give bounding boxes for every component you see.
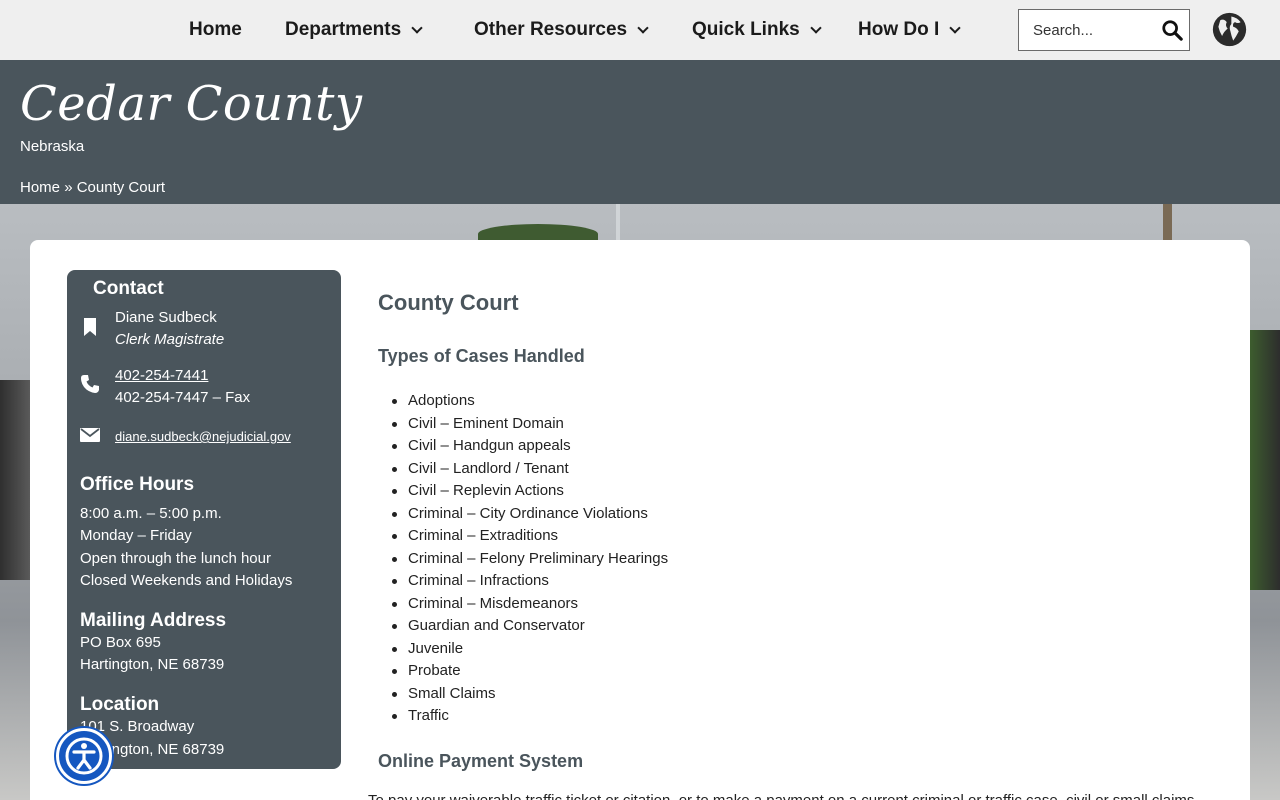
accessibility-button[interactable] <box>56 728 112 784</box>
office-hours-line: Monday – Friday <box>80 527 192 544</box>
breadcrumb-separator: » <box>64 179 73 196</box>
office-hours-line: Closed Weekends and Holidays <box>80 572 293 589</box>
mailing-address-line: Hartington, NE 68739 <box>80 656 225 673</box>
nav-home[interactable]: Home <box>189 0 242 60</box>
payment-heading: Online Payment System <box>378 751 584 771</box>
breadcrumb-current: County Court <box>76 179 166 196</box>
case-types-list: Adoptions Civil – Eminent Domain Civil –… <box>391 390 668 728</box>
list-item: Criminal – City Ordinance Violations <box>391 503 668 526</box>
cases-heading: Types of Cases Handled <box>378 346 585 366</box>
phone-link[interactable]: 402-254-7441 <box>115 367 208 384</box>
mailing-address-line: PO Box 695 <box>80 634 161 651</box>
background-railing-right <box>1250 330 1280 590</box>
fax-number: 402-254-7447 – Fax <box>115 389 251 406</box>
phone-icon <box>81 375 99 393</box>
content-card: Contact Diane Sudbeck Clerk Magistrate 4… <box>30 240 1250 800</box>
contact-sidebar: Contact Diane Sudbeck Clerk Magistrate 4… <box>67 270 341 769</box>
site-subtitle: Nebraska <box>20 138 85 155</box>
location-heading: Location <box>80 694 160 715</box>
page-title: County Court <box>378 290 519 315</box>
list-item: Civil – Replevin Actions <box>391 480 668 503</box>
nav-home-label: Home <box>189 19 242 40</box>
contact-name: Diane Sudbeck <box>115 309 217 326</box>
globe-icon[interactable] <box>1211 11 1248 48</box>
payment-description: To pay your waiverable traffic ticket or… <box>368 792 1228 800</box>
background-pole <box>1163 204 1172 244</box>
nav-quick-links-label: Quick Links <box>692 19 800 40</box>
chevron-down-icon <box>411 21 423 34</box>
mailing-address-heading: Mailing Address <box>80 610 227 631</box>
office-hours-heading: Office Hours <box>80 474 195 495</box>
list-item: Guardian and Conservator <box>391 615 668 638</box>
site-title[interactable]: Cedar County <box>20 76 363 132</box>
breadcrumb: Home » County Court <box>20 179 165 196</box>
breadcrumb-home-link[interactable]: Home <box>20 179 60 196</box>
nav-other-resources-label: Other Resources <box>474 19 628 40</box>
list-item: Traffic <box>391 705 668 728</box>
nav-how-do-i[interactable]: How Do I <box>858 0 961 60</box>
list-item: Criminal – Infractions <box>391 570 668 593</box>
list-item: Civil – Landlord / Tenant <box>391 458 668 481</box>
list-item: Juvenile <box>391 638 668 661</box>
list-item: Adoptions <box>391 390 668 413</box>
nav-departments[interactable]: Departments <box>285 0 423 60</box>
nav-quick-links[interactable]: Quick Links <box>692 0 822 60</box>
contact-heading: Contact <box>93 278 164 299</box>
nav-other-resources[interactable]: Other Resources <box>474 0 649 60</box>
chevron-down-icon <box>810 21 822 34</box>
top-navigation: Home Departments Other Resources Quick L… <box>0 0 1280 60</box>
office-hours-line: Open through the lunch hour <box>80 550 271 567</box>
list-item: Small Claims <box>391 683 668 706</box>
list-item: Criminal – Extraditions <box>391 525 668 548</box>
nav-departments-label: Departments <box>285 19 402 40</box>
email-icon <box>80 428 100 442</box>
site-header: Cedar County Nebraska Home » County Cour… <box>0 60 1280 204</box>
list-item: Civil – Handgun appeals <box>391 435 668 458</box>
nav-how-do-i-label: How Do I <box>858 19 940 40</box>
accessibility-icon <box>65 737 103 775</box>
chevron-down-icon <box>637 21 649 34</box>
chevron-down-icon <box>949 21 961 34</box>
background-pole <box>616 204 620 244</box>
list-item: Probate <box>391 660 668 683</box>
list-item: Criminal – Misdemeanors <box>391 593 668 616</box>
list-item: Criminal – Felony Preliminary Hearings <box>391 548 668 571</box>
contact-role: Clerk Magistrate <box>115 331 225 348</box>
search-box <box>1018 9 1190 51</box>
email-link[interactable]: diane.sudbeck@nejudicial.gov <box>115 429 291 444</box>
list-item: Civil – Eminent Domain <box>391 413 668 436</box>
search-input[interactable] <box>1019 11 1149 49</box>
search-icon[interactable] <box>1161 19 1183 41</box>
office-hours-line: 8:00 a.m. – 5:00 p.m. <box>80 505 222 522</box>
background-railing-left <box>0 380 30 580</box>
bookmark-icon <box>84 318 96 336</box>
